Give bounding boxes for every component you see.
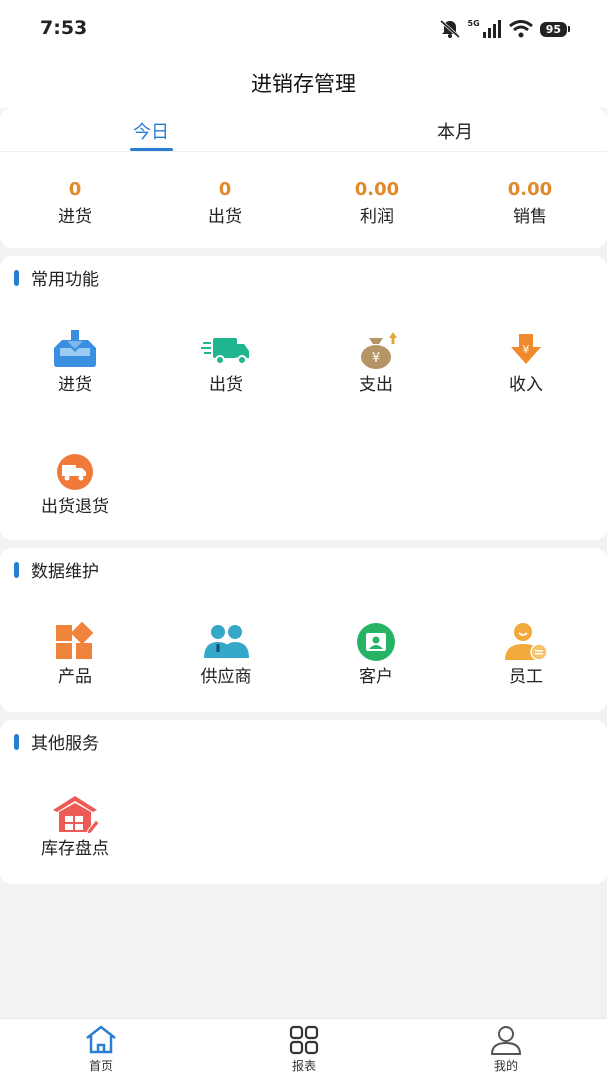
section-title: 常用功能: [31, 270, 99, 290]
grid-report-icon: [289, 1025, 319, 1055]
stat-value: 0.00: [354, 179, 400, 200]
stat-purchase[interactable]: 0 进货: [25, 179, 125, 228]
nav-home[interactable]: 首页: [51, 1025, 151, 1074]
user-icon: [490, 1026, 522, 1055]
section-title: 数据维护: [31, 562, 99, 582]
stat-profit[interactable]: 0.00 利润: [327, 179, 427, 228]
money-bag-icon: ¥: [361, 332, 397, 369]
function-shipment[interactable]: 出货: [161, 330, 291, 395]
nav-label: 我的: [493, 1059, 518, 1073]
employee-icon: [505, 623, 548, 661]
function-label: 进货: [58, 375, 92, 395]
warehouse-icon: [53, 796, 100, 834]
maintenance-label: 供应商: [200, 667, 252, 687]
network-label: 5G: [467, 18, 480, 28]
maintenance-customer[interactable]: 客户: [311, 622, 441, 687]
tab-this-month[interactable]: 本月: [405, 118, 505, 144]
stat-label: 利润: [360, 207, 394, 227]
nav-label: 首页: [88, 1059, 113, 1073]
stat-value: 0: [68, 179, 82, 200]
section-header-other: 其他服务: [14, 729, 99, 754]
product-blocks-icon: [56, 622, 94, 659]
supplier-people-icon: [204, 625, 249, 658]
nav-mine[interactable]: 我的: [456, 1025, 556, 1074]
wifi-icon: [508, 20, 533, 38]
svg-text:¥: ¥: [523, 343, 530, 356]
stat-label: 进货: [58, 207, 92, 227]
section-header-common: 常用功能: [14, 265, 99, 290]
period-tabs: 今日 本月: [0, 108, 607, 152]
function-return[interactable]: 出货退货: [10, 452, 140, 517]
nav-report[interactable]: 报表: [254, 1025, 354, 1074]
svg-text:¥: ¥: [372, 351, 380, 366]
active-tab-indicator: [130, 148, 173, 151]
nav-label: 报表: [291, 1059, 316, 1073]
stat-value: 0: [218, 179, 232, 200]
stat-value: 0.00: [507, 179, 553, 200]
summary-stats: 0 进货 0 出货 0.00 利润 0.00 销售: [0, 152, 607, 248]
section-accent-bar: [14, 269, 19, 286]
customer-card-icon: [357, 623, 395, 661]
bottom-nav: 首页 报表 我的: [0, 1018, 607, 1080]
other-services-card: 其他服务 库存盘点: [0, 720, 607, 884]
inbox-download-icon: [54, 330, 96, 367]
summary-card: 今日 本月 0 进货 0 出货 0.00 利润 0.00 销售: [0, 108, 607, 248]
section-accent-bar: [14, 561, 19, 578]
section-header-data: 数据维护: [14, 557, 99, 582]
delivery-truck-icon: [201, 338, 249, 365]
stat-sales[interactable]: 0.00 销售: [480, 179, 580, 228]
function-income[interactable]: ¥ 收入: [461, 330, 591, 395]
signal-icon: [482, 20, 501, 38]
maintenance-label: 客户: [359, 667, 393, 687]
function-expense[interactable]: ¥ 支出: [311, 330, 441, 395]
section-accent-bar: [14, 733, 19, 750]
battery-indicator: 95: [539, 21, 571, 37]
stat-shipment[interactable]: 0 出货: [175, 179, 275, 228]
title-bar: 进销存管理: [0, 58, 607, 108]
yen-down-icon: ¥: [511, 334, 541, 364]
function-label: 出货退货: [41, 497, 109, 517]
function-label: 出货: [209, 375, 243, 395]
status-time: 7:53: [40, 17, 88, 39]
maintenance-product[interactable]: 产品: [10, 622, 140, 687]
page-title: 进销存管理: [251, 72, 356, 96]
maintenance-employee[interactable]: 员工: [461, 622, 591, 687]
status-bar: 7:53 5G 95: [0, 0, 607, 58]
function-label: 支出: [359, 375, 393, 395]
stat-label: 出货: [208, 207, 242, 227]
section-title: 其他服务: [31, 734, 99, 754]
stat-label: 销售: [513, 207, 547, 227]
data-maintenance-card: 数据维护 产品 供应商 客户 员工: [0, 548, 607, 712]
return-truck-icon: [57, 454, 93, 490]
tab-today[interactable]: 今日: [101, 118, 201, 144]
home-icon: [86, 1025, 116, 1054]
function-purchase[interactable]: 进货: [10, 330, 140, 395]
mute-bell-icon: [439, 19, 460, 39]
common-functions-card: 常用功能 进货 出货 ¥ 支出 ¥ 收入 出货退货: [0, 256, 607, 540]
status-icons: 5G 95: [439, 18, 571, 40]
maintenance-supplier[interactable]: 供应商: [161, 622, 291, 687]
service-label: 库存盘点: [41, 839, 109, 859]
function-label: 收入: [509, 375, 543, 395]
maintenance-label: 员工: [509, 667, 543, 687]
maintenance-label: 产品: [58, 667, 92, 687]
service-stocktaking[interactable]: 库存盘点: [10, 794, 140, 859]
